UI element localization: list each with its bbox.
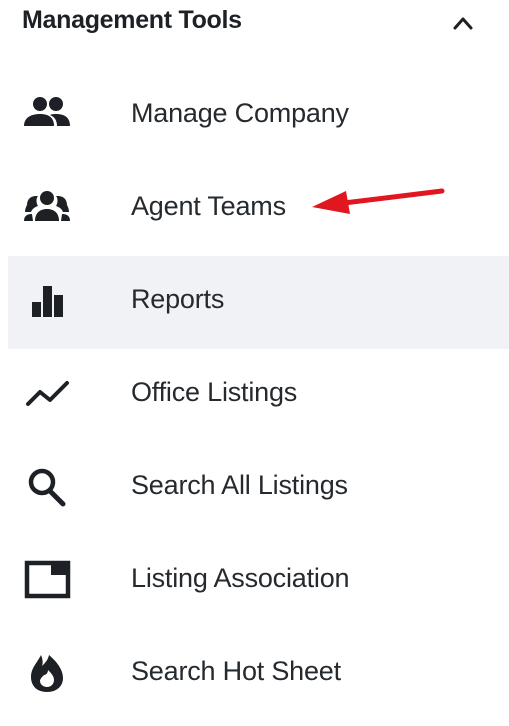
chevron-up-icon[interactable] xyxy=(452,14,474,32)
menu-item-label: Reports xyxy=(131,284,225,314)
menu-item-label: Agent Teams xyxy=(131,191,286,221)
menu-item-listing-association[interactable]: Listing Association xyxy=(0,535,509,628)
menu-item-label: Search All Listings xyxy=(131,470,348,500)
team-icon xyxy=(22,185,72,231)
menu-item-label: Manage Company xyxy=(131,98,349,128)
section-title: Management Tools xyxy=(22,6,242,34)
trend-line-icon xyxy=(22,371,72,417)
window-icon xyxy=(22,557,72,603)
menu-items: Manage Company Agent Teams Reports Offic… xyxy=(0,70,509,721)
menu-item-search-all-listings[interactable]: Search All Listings xyxy=(0,442,509,535)
management-tools-menu: Management Tools Manage Company Agent Te… xyxy=(0,0,509,726)
menu-item-manage-company[interactable]: Manage Company xyxy=(0,70,509,163)
red-arrow-icon xyxy=(308,182,448,218)
flame-icon xyxy=(22,650,72,696)
section-header-management-tools[interactable]: Management Tools xyxy=(0,0,509,48)
menu-item-search-hot-sheet[interactable]: Search Hot Sheet xyxy=(0,628,509,721)
search-icon xyxy=(22,464,72,510)
menu-item-office-listings[interactable]: Office Listings xyxy=(0,349,509,442)
bar-chart-icon xyxy=(22,278,72,324)
menu-item-label: Office Listings xyxy=(131,377,298,407)
menu-item-reports[interactable]: Reports xyxy=(8,256,509,349)
menu-item-label: Search Hot Sheet xyxy=(131,656,341,686)
menu-item-label: Listing Association xyxy=(131,563,350,593)
people-icon xyxy=(22,92,72,138)
